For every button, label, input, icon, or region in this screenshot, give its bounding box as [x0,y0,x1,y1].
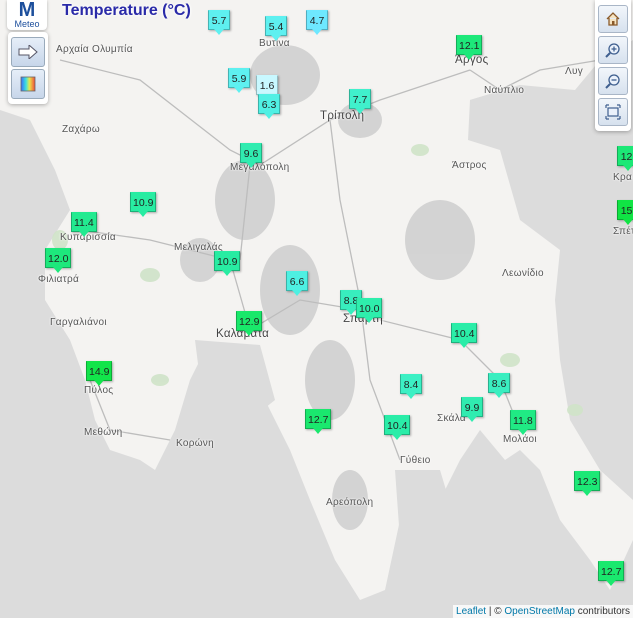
place-label: Αρχαία Ολυμπία [56,44,133,55]
station-marker[interactable]: 9.6 [240,143,262,168]
station-marker[interactable]: 14.9 [86,361,113,386]
place-label: Σπέτ [613,226,633,237]
arrow-right-icon [18,45,38,59]
zoom-out-icon [605,74,620,89]
place-label: Ζαχάρω [62,124,100,135]
map-canvas[interactable]: Αρχαία Ολυμπία Βυτίνα Άργος Λυγ Ναύπλιο Τρίπο… [0,0,633,618]
station-marker[interactable]: 7.7 [349,89,371,114]
place-label: Γαργαλιάνοι [50,317,107,328]
fullscreen-icon [605,104,621,120]
attribution-suffix: contributors [574,606,630,617]
color-scale-icon [20,76,36,92]
station-marker[interactable]: 12.0 [45,248,72,273]
place-label: Λεωνίδιο [502,268,544,279]
station-marker[interactable]: 12. [617,146,633,171]
map-attribution: Leaflet | © OpenStreetMap contributors [453,605,633,618]
osm-link[interactable]: OpenStreetMap [504,606,575,617]
station-marker[interactable]: 9.9 [461,397,483,422]
home-button[interactable] [598,5,628,33]
place-label: Γύθειο [400,455,431,466]
fullscreen-button[interactable] [598,98,628,126]
station-marker[interactable]: 12.7 [598,561,625,586]
station-marker[interactable]: 10.4 [384,415,411,440]
station-marker[interactable]: 10.0 [356,298,383,323]
place-label: Μεθώνη [84,427,123,438]
place-label: Μεγαλόπολη [230,162,290,173]
place-label: Αρεόπολη [326,497,374,508]
station-marker[interactable]: 6.3 [258,94,280,119]
place-label: Κορώνη [176,438,214,449]
station-marker[interactable]: 5.9 [228,68,250,93]
station-marker[interactable]: 8.6 [488,373,510,398]
logo-text: Meteo [14,19,40,29]
station-marker[interactable]: 1.6 [256,75,278,100]
station-marker[interactable]: 5.4 [265,16,287,41]
next-layer-button[interactable] [11,37,45,67]
station-marker[interactable]: 6.6 [286,271,308,296]
zoom-in-button[interactable] [598,36,628,64]
place-label: Άστρος [452,160,487,171]
place-label: Πύλος [84,385,114,396]
place-label: Ναύπλιο [484,85,525,96]
station-marker[interactable]: 12.9 [236,311,263,336]
station-marker[interactable]: 4.7 [306,10,328,35]
layer-controls [8,32,48,104]
map-title: Temperature (°C) [62,2,191,19]
zoom-in-icon [605,43,620,58]
station-marker[interactable]: 12.3 [574,471,601,496]
station-marker[interactable]: 10.9 [214,251,241,276]
station-marker[interactable]: 8.4 [400,374,422,399]
place-label: Φιλιατρά [38,274,80,285]
leaflet-link[interactable]: Leaflet [456,606,486,617]
color-scale-button[interactable] [11,69,45,99]
basemap [0,0,633,618]
zoom-out-button[interactable] [598,67,628,95]
place-label: Κρα [613,172,633,183]
station-marker[interactable]: 11.4 [71,212,97,237]
station-marker[interactable]: 12.1 [456,35,483,60]
map-toolbar [595,0,631,131]
station-marker[interactable]: 5.7 [208,10,230,35]
attribution-separator: | © [486,606,505,617]
station-marker[interactable]: 15. [617,200,633,225]
meteo-logo[interactable]: M Meteo [7,0,47,30]
home-icon [606,12,620,26]
place-label: Μολάοι [503,434,537,445]
place-label: Λυγ [565,66,584,77]
station-marker[interactable]: 11.8 [510,410,536,435]
logo-letter: M [18,0,36,21]
station-marker[interactable]: 12.7 [305,409,332,434]
station-marker[interactable]: 10.4 [451,323,478,348]
station-marker[interactable]: 10.9 [130,192,157,217]
